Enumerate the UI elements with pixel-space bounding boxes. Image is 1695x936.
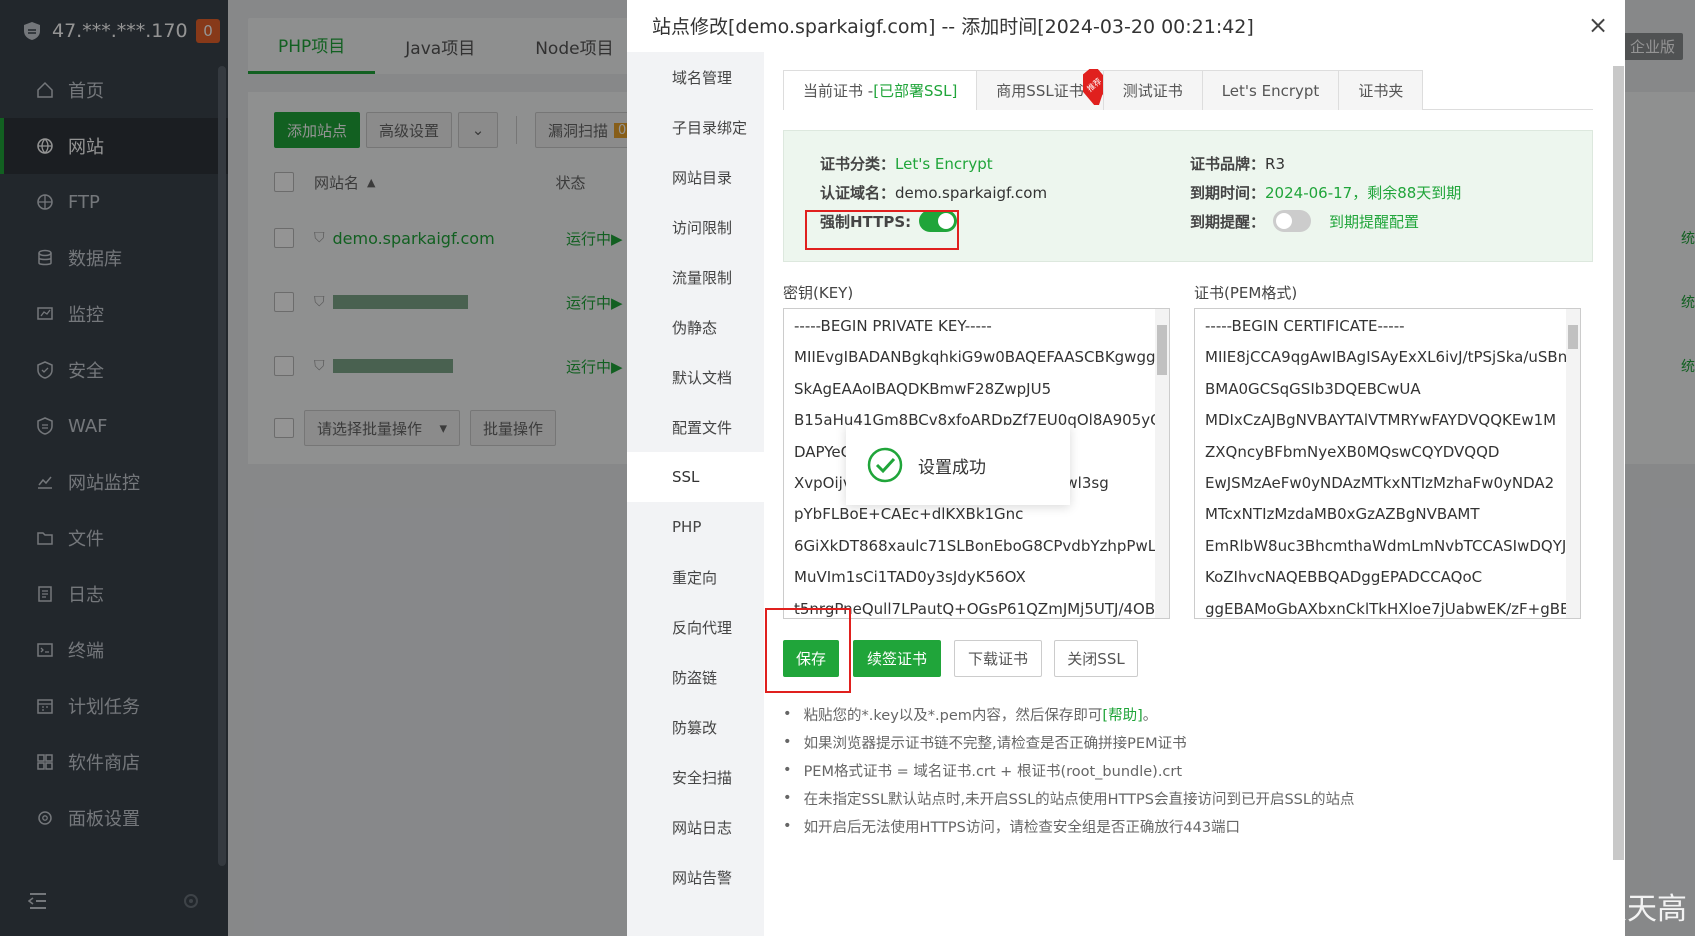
text-line: EwJSMzAeFw0yNDAzMTkxNTIzMzhaFw0yNDA2 [1205,473,1555,492]
tip-text: 在未指定SSL默认站点时,未开启SSL的站点使用HTTPS会直接访问到已开启SS… [803,791,1355,808]
cert-brand: 证书品牌： R3 [1190,153,1285,174]
modal-nav: 域名管理 子目录绑定 网站目录 访问限制 流量限制 伪静态 默认文档 配置文件 SSL PHP 重定… [627,52,764,936]
tip-item: 如开启后无法使用HTTPS访问，请检查安全组是否正确放行443端口 [783,812,1583,840]
modal-nav-item[interactable]: 默认文档 [627,352,764,402]
tab-commercial-ssl-label: 商用SSL证书 [996,82,1084,100]
key-scrollbar-thumb[interactable] [1157,325,1167,375]
pem-label: 证书(PEM格式) [1194,284,1298,302]
text-line: EmRlbW8uc3BhcmthaWdmLmNvbTCCASIwDQYJ [1205,536,1567,555]
text-line: 6GiXkDT868xaulc71SLBonEboG8CPvdbYzhpPwL [794,536,1157,555]
pem-scrollbar[interactable] [1566,309,1580,618]
text-line: BMA0GCSqGSIb3DQEBCwUA [1205,379,1421,398]
modal-nav-item[interactable]: 流量限制 [627,252,764,302]
save-highlight [765,608,851,693]
cert-tabs: 当前证书 - [已部署SSL] 商用SSL证书 推荐 测试证书 Let's En… [783,69,1593,110]
modal-nav-item[interactable]: 访问限制 [627,202,764,252]
download-cert-button[interactable]: 下载证书 [954,640,1042,677]
tip-item: 粘贴您的*.key以及*.pem内容，然后保存即可[帮助]。 [783,700,1583,728]
cert-expire-label: 到期时间： [1190,184,1266,202]
text-line: ZXQncyBFbmNyeXB0MQswCQYDVQQD [1205,442,1500,461]
tip-suffix: 。 [1142,707,1158,724]
modal-nav-item[interactable]: 网站日志 [627,802,764,852]
text-line: SkAgEAAoIBAQDKBmwF28ZwpJU5 [794,379,1052,398]
expire-reminder-label: 到期提醒： [1190,212,1266,231]
tab-current-cert-label: 当前证书 - [803,82,874,100]
renew-cert-button[interactable]: 续签证书 [853,640,941,677]
cert-brand-label: 证书品牌： [1190,155,1266,173]
pem-textarea[interactable]: -----BEGIN CERTIFICATE----- MIIE8jCCA9qgA… [1194,308,1581,619]
tab-test-cert[interactable]: 测试证书 [1102,70,1203,110]
cert-expire: 到期时间： 2024-06-17，剩余88天到期 [1190,182,1461,203]
cert-type: 证书分类： Let's Encrypt [820,153,993,174]
cert-domain-value: demo.sparkaigf.com [895,183,1048,202]
cert-expire-value: 2024-06-17，剩余88天到期 [1265,184,1462,202]
watermark: CSDN @只恨天高 [1441,892,1687,927]
modal-nav-item[interactable]: 伪静态 [627,302,764,352]
force-https-highlight [805,210,959,250]
modal-nav-item[interactable]: 网站目录 [627,152,764,202]
tip-text: 如开启后无法使用HTTPS访问，请检查安全组是否正确放行443端口 [803,819,1241,836]
site-edit-modal: 站点修改[demo.sparkaigf.com] -- 添加时间[2024-03… [627,0,1625,936]
modal-title: 站点修改[demo.sparkaigf.com] -- 添加时间[2024-03… [652,15,1254,38]
tab-cert-folder[interactable]: 证书夹 [1338,70,1424,110]
modal-nav-item[interactable]: PHP [627,502,764,552]
modal-nav-item[interactable]: 安全扫描 [627,752,764,802]
cert-domain: 认证域名： demo.sparkaigf.com [820,182,1047,203]
key-scrollbar[interactable] [1155,309,1169,618]
pem-scrollbar-thumb[interactable] [1568,325,1578,349]
text-line: MIIEvgIBADANBgkqhkiG9w0BAQEFAASCBKgwgg [794,348,1156,367]
modal-nav-item[interactable]: 子目录绑定 [627,102,764,152]
text-line: MDIxCzAJBgNVBAYTAlVTMRYwFAYDVQQKEw1M [1205,411,1557,430]
modal-nav-item[interactable]: 防盗链 [627,652,764,702]
tab-current-cert[interactable]: 当前证书 - [已部署SSL] [783,70,978,110]
text-line: -----BEGIN CERTIFICATE----- [1205,317,1405,335]
tip-text: PEM格式证书 = 域名证书.crt + 根证书(root_bundle).cr… [803,763,1183,780]
tip-text: 粘贴您的*.key以及*.pem内容，然后保存即可 [803,707,1103,724]
expire-reminder: 到期提醒： 到期提醒配置 [1190,210,1419,232]
modal-nav-item[interactable]: 反向代理 [627,602,764,652]
key-label: 密钥(KEY) [783,284,854,302]
success-toast: 设置成功 [846,425,1070,505]
modal-nav-item[interactable]: 配置文件 [627,402,764,452]
help-link[interactable]: [帮助] [1102,704,1142,725]
modal-nav-item[interactable]: 重定向 [627,552,764,602]
check-circle-icon [867,447,903,483]
cert-domain-label: 认证域名： [820,184,896,202]
close-ssl-button[interactable]: 关闭SSL [1054,640,1138,677]
text-line: MTcxNTIzMzdaMB0xGzAZBgNVBAMT [1205,505,1480,524]
modal-nav-item[interactable]: SSL [627,452,764,502]
toast-message: 设置成功 [918,457,986,478]
modal-nav-item[interactable]: 防篡改 [627,702,764,752]
text-line: -----BEGIN PRIVATE KEY----- [794,317,992,335]
expire-reminder-toggle[interactable] [1273,210,1312,232]
modal-nav-item[interactable]: 域名管理 [627,52,764,102]
tip-text: 如果浏览器提示证书链不完整,请检查是否正确拼接PEM证书 [803,735,1187,752]
reminder-config-link[interactable]: 到期提醒配置 [1329,211,1419,232]
modal-scrollbar[interactable] [1613,66,1624,860]
modal-nav-item[interactable]: 网站告警 [627,852,764,902]
text-line: ggEBAMoGbAXbxnCklTkHXloe7jUabwEK/zF+gBE [1205,599,1570,618]
ssl-tips: 粘贴您的*.key以及*.pem内容，然后保存即可[帮助]。如果浏览器提示证书链… [783,700,1583,840]
text-line: pYbFLBoE+CAEc+dlKXBk1Gnc [794,505,1024,524]
cert-brand-value: R3 [1265,154,1285,173]
cert-type-label: 证书分类： [820,155,896,173]
tab-commercial-ssl[interactable]: 商用SSL证书 推荐 [976,69,1109,110]
deployed-badge: [已部署SSL] [873,82,958,100]
tip-item: 在未指定SSL默认站点时,未开启SSL的站点使用HTTPS会直接访问到已开启SS… [783,784,1583,812]
cert-type-value: Let's Encrypt [895,154,993,173]
close-icon[interactable]: × [1585,11,1611,39]
text-line: KoZIhvcNAQEBBQADggEPADCCAQoC [1205,568,1483,587]
text-line: MuVIm1sCi1TAD0y3sJdyK56OX [794,568,1026,587]
tab-lets-encrypt[interactable]: Let's Encrypt [1201,70,1340,110]
tip-item: 如果浏览器提示证书链不完整,请检查是否正确拼接PEM证书 [783,728,1583,756]
text-line: MIIE8jCCA9qgAwIBAgISAyExXL6ivJ/tPSjSka/u… [1205,348,1568,367]
tip-item: PEM格式证书 = 域名证书.crt + 根证书(root_bundle).cr… [783,756,1583,784]
